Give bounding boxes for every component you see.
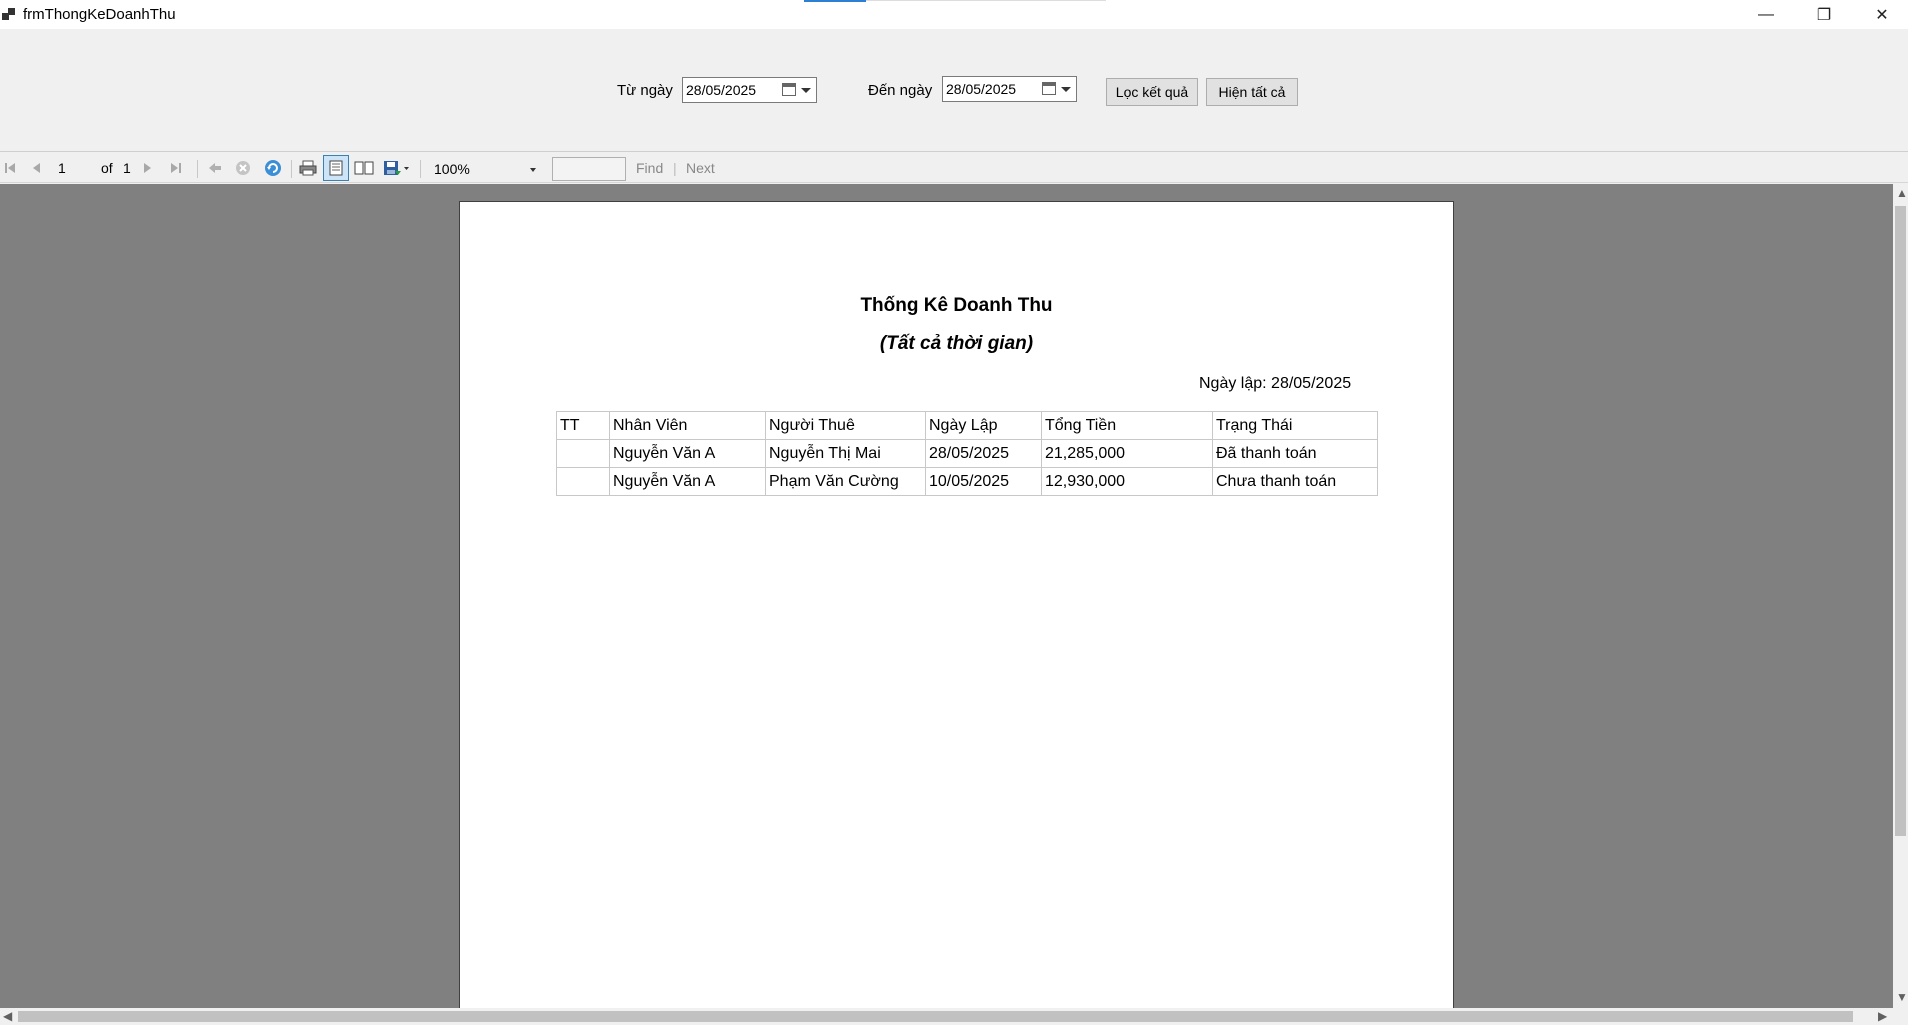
from-date-picker[interactable]: 28/05/2025 [682,77,817,103]
zoom-value: 100% [434,161,470,177]
back-icon[interactable] [205,153,225,183]
filter-panel: Từ ngày 28/05/2025 Đến ngày 28/05/2025 L… [0,29,1908,152]
toolbar-separator [291,160,292,178]
column-header: Trạng Thái [1212,411,1378,440]
from-date-label: Từ ngày [617,82,673,99]
column-header: Người Thuê [765,411,926,440]
previous-page-icon[interactable] [28,153,44,183]
current-page-input[interactable]: 1 [58,160,66,176]
stop-icon[interactable] [233,153,253,183]
column-header: Tổng Tiền [1041,411,1213,440]
toolbar-separator [197,160,198,178]
last-page-icon[interactable] [168,153,184,183]
from-date-value: 28/05/2025 [686,82,757,98]
report-viewer: Thống Kê Doanh Thu (Tất cả thời gian) Ng… [0,184,1893,1008]
scroll-right-icon[interactable]: ▶ [1878,1009,1887,1023]
show-all-button[interactable]: Hiện tất cả [1206,78,1298,106]
table-cell: 12,930,000 [1041,467,1213,496]
table-cell [556,439,610,468]
table-cell: Đã thanh toán [1212,439,1378,468]
page-total: 1 [123,160,131,176]
close-icon: ✕ [1875,6,1889,24]
report-title: Thống Kê Doanh Thu [860,295,1053,316]
horizontal-scroll-thumb[interactable] [18,1011,1853,1022]
table-cell: 28/05/2025 [925,439,1042,468]
title-accent-line [804,0,866,2]
table-cell: 21,285,000 [1041,439,1213,468]
column-header: Ngày Lập [925,411,1042,440]
vertical-scrollbar[interactable]: ▲ ▼ [1893,184,1908,1008]
page-of-label: of [101,160,113,176]
report-page: Thống Kê Doanh Thu (Tất cả thời gian) Ng… [459,201,1454,1008]
table-cell [556,467,610,496]
table-header-row: TT Nhân Viên Người Thuê Ngày Lập Tổng Ti… [556,411,1378,440]
report-subtitle: (Tất cả thời gian) [879,333,1034,354]
refresh-icon[interactable] [263,153,283,183]
table-cell: Nguyễn Thị Mai [765,439,926,468]
next-page-icon[interactable] [140,153,156,183]
table-cell: 10/05/2025 [925,467,1042,496]
page-setup-icon[interactable] [353,153,375,183]
find-next-separator: | [673,160,677,176]
close-button[interactable]: ✕ [1853,0,1908,29]
table-cell: Nguyễn Văn A [609,439,766,468]
title-bar: frmThongKeDoanhThu — ❐ ✕ [0,0,1908,29]
print-layout-icon[interactable] [323,155,349,181]
report-toolbar: 1 of 1 100% Find | Next [0,153,1908,183]
column-header: TT [556,411,610,440]
table-cell: Nguyễn Văn A [609,467,766,496]
to-date-value: 28/05/2025 [946,81,1017,97]
calendar-icon [782,83,796,96]
vertical-scroll-thumb[interactable] [1895,206,1906,836]
find-input[interactable] [552,157,626,181]
to-date-picker[interactable]: 28/05/2025 [942,76,1077,102]
minimize-icon: — [1758,5,1774,23]
table-row: Nguyễn Văn A Nguyễn Thị Mai 28/05/2025 2… [556,439,1378,468]
title-divider [866,0,1106,1]
dropdown-arrow-icon[interactable] [801,88,811,93]
restore-icon: ❐ [1816,6,1832,24]
column-header: Nhân Viên [609,411,766,440]
filter-button[interactable]: Lọc kết quả [1106,78,1198,106]
maximize-button[interactable]: ❐ [1795,0,1853,29]
toolbar-separator [420,160,421,178]
table-row: Nguyễn Văn A Phạm Văn Cường 10/05/2025 1… [556,467,1378,496]
table-cell: Chưa thanh toán [1212,467,1378,496]
scroll-left-icon[interactable]: ◀ [3,1009,12,1023]
next-button[interactable]: Next [686,160,715,176]
chevron-down-icon [530,168,536,172]
revenue-table: TT Nhân Viên Người Thuê Ngày Lập Tổng Ti… [556,411,1378,496]
dropdown-arrow-icon[interactable] [1061,87,1071,92]
table-cell: Phạm Văn Cường [765,467,926,496]
calendar-icon [1042,82,1056,95]
first-page-icon[interactable] [2,153,18,183]
zoom-select[interactable]: 100% [430,158,540,180]
window-title: frmThongKeDoanhThu [23,6,176,23]
scroll-up-icon[interactable]: ▲ [1896,186,1908,200]
to-date-label: Đến ngày [868,82,933,99]
find-button[interactable]: Find [636,160,663,176]
minimize-button[interactable]: — [1737,0,1795,29]
scroll-down-icon[interactable]: ▼ [1896,990,1908,1004]
report-created-date: Ngày lập: 28/05/2025 [1199,375,1352,392]
horizontal-scrollbar[interactable]: ◀ ▶ [0,1008,1908,1025]
app-icon [2,8,16,22]
print-icon[interactable] [297,153,319,183]
export-icon[interactable] [381,153,411,183]
